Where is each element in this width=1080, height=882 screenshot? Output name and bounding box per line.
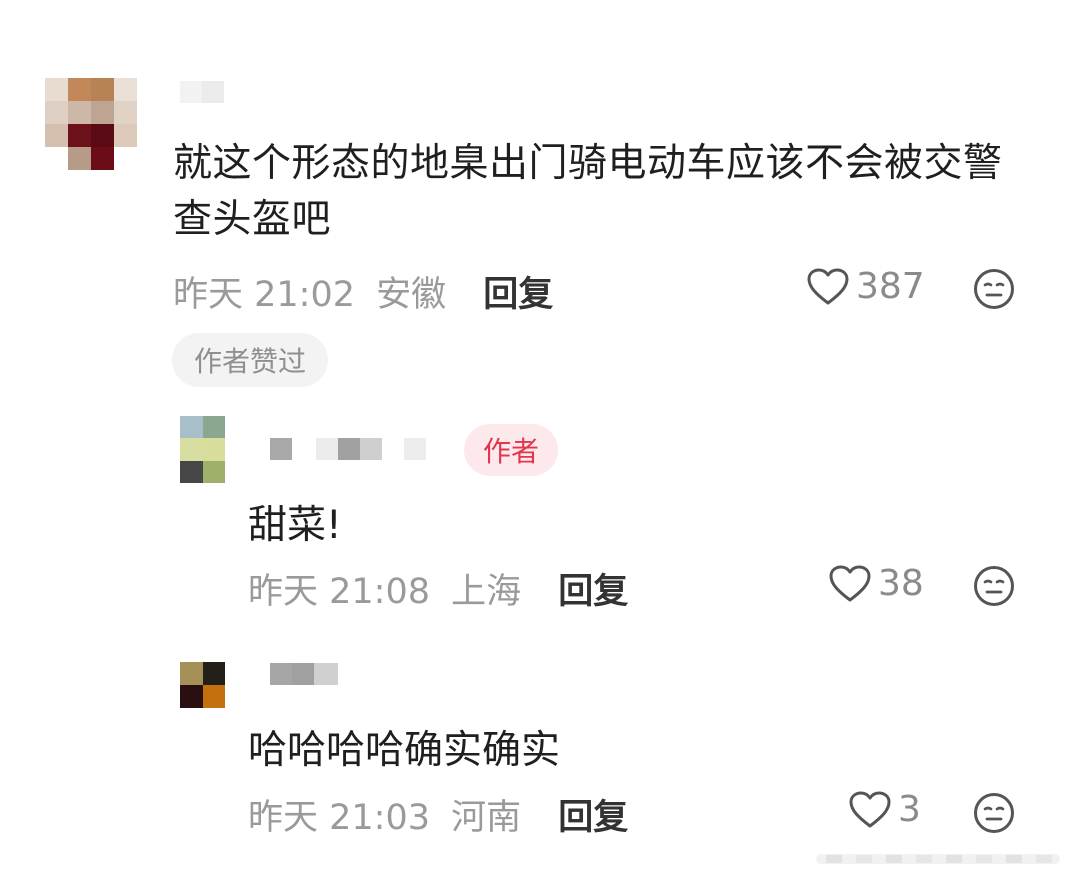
comment-meta: 昨天 21:02 安徽 回复 (173, 266, 553, 317)
comment-time: 昨天 21:02 (173, 275, 355, 315)
neutral-face-icon[interactable] (973, 565, 1015, 607)
comment-location: 安徽 (376, 275, 447, 315)
reply-like-count: 38 (878, 563, 924, 604)
reply-like-button[interactable]: 3 (848, 789, 921, 830)
watermark-strip (816, 846, 1060, 872)
reply-avatar[interactable] (180, 416, 225, 483)
reply-avatar[interactable] (180, 662, 225, 708)
reply-meta: 昨天 21:08 上海 回复 (248, 563, 628, 614)
reply-text: 甜菜! (248, 503, 342, 548)
reply-time: 昨天 21:03 (248, 798, 430, 838)
comment-like-count: 387 (856, 266, 925, 307)
comment-like-button[interactable]: 387 (806, 266, 925, 307)
reply-like-count: 3 (898, 789, 921, 830)
reply-text: 哈哈哈哈确实确实 (248, 728, 561, 773)
watermark-graphic (816, 854, 1060, 864)
neutral-face-icon[interactable] (973, 268, 1015, 310)
commenter-avatar[interactable] (45, 78, 137, 170)
author-tag: 作者 (464, 424, 558, 476)
heart-outline-icon (829, 565, 871, 601)
reply-reply-button[interactable]: 回复 (558, 572, 628, 612)
reply-reply-button[interactable]: 回复 (558, 798, 628, 838)
reply-time: 昨天 21:08 (248, 572, 430, 612)
reply-location: 河南 (451, 798, 522, 838)
reply-author-name-censored[interactable] (270, 438, 426, 460)
comment-text: 就这个形态的地臬出门骑电动车应该不会被交警查头盔吧 (173, 141, 1003, 242)
reply-meta: 昨天 21:03 河南 回复 (248, 789, 628, 840)
reply-author-name-censored[interactable] (270, 663, 338, 685)
heart-outline-icon (807, 268, 849, 304)
author-liked-chip: 作者赞过 (172, 333, 328, 387)
comment-reply-button[interactable]: 回复 (483, 275, 553, 315)
reply-location: 上海 (451, 572, 522, 612)
neutral-face-icon[interactable] (973, 792, 1015, 834)
commenter-name-censored[interactable] (180, 81, 224, 103)
heart-outline-icon (849, 791, 891, 827)
reply-like-button[interactable]: 38 (828, 563, 924, 604)
